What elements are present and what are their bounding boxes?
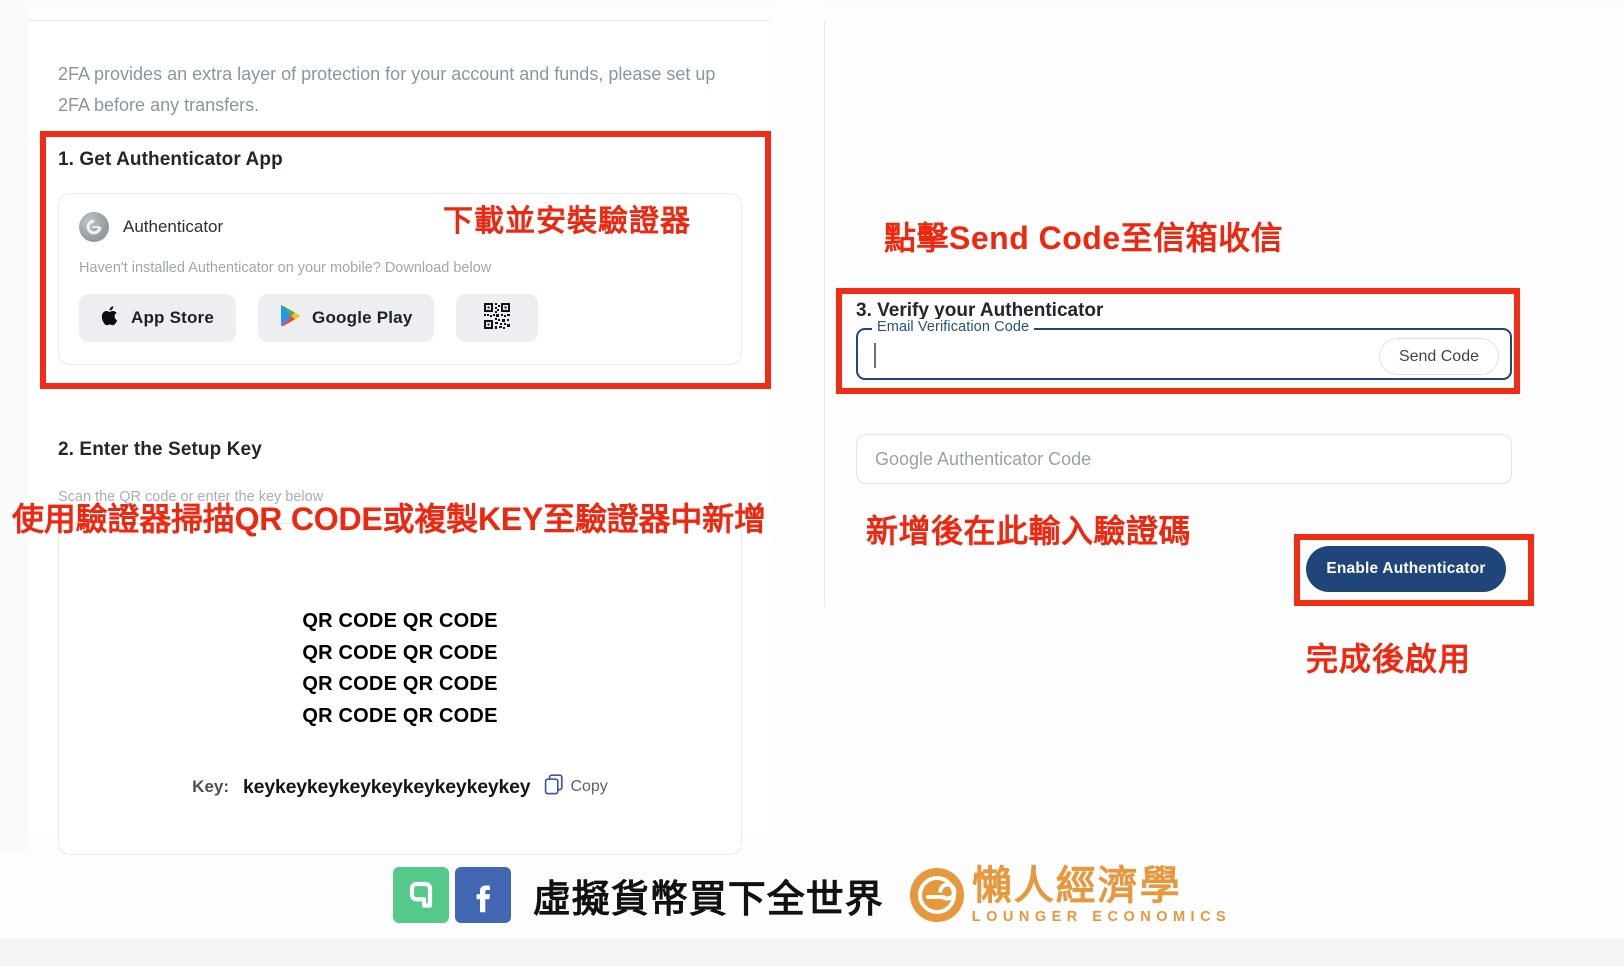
enable-authenticator-button[interactable]: Enable Authenticator [1306, 546, 1506, 592]
bottom-strip [0, 938, 1624, 966]
app-store-button[interactable]: App Store [79, 294, 237, 342]
line-icon[interactable] [392, 867, 449, 923]
qr-download-button[interactable] [456, 294, 539, 342]
brand-name: 懶人經濟學 [971, 862, 1182, 909]
qr-code-placeholder: QR CODE QR CODE QR CODE QR CODE QR CODE … [59, 606, 741, 732]
google-play-button[interactable]: Google Play [258, 294, 435, 342]
google-play-label: Google Play [312, 308, 413, 327]
app-download-hint: Haven't installed Authenticator on your … [79, 260, 492, 276]
app-name-label: Authenticator [123, 217, 224, 236]
note-download-app: 下載並安裝驗證器 [443, 205, 691, 238]
store-button-row: App Store Google Play [79, 294, 721, 342]
note-enter-code: 新增後在此輸入驗證碼 [866, 513, 1192, 549]
twofa-setup-card: 2FA provides an extra layer of protectio… [28, 20, 770, 855]
send-code-label: Send Code [1398, 347, 1479, 365]
google-play-icon [280, 304, 301, 332]
apple-icon [101, 305, 120, 332]
footer-bar: 虛擬貨幣買下全世界 懶人經濟學 LOUNGER ECONOMICS [0, 852, 1624, 938]
section-get-app: 1. Get Authenticator App Authenticator H… [58, 149, 770, 365]
ga-placeholder: Google Authenticator Code [875, 448, 1092, 469]
center-gutter [770, 0, 824, 852]
qr-placeholder-line: QR CODE QR CODE [302, 610, 498, 632]
copy-label: Copy [570, 778, 608, 795]
footer-tagline: 虛擬貨幣買下全世界 [532, 878, 884, 921]
intro-text: 2FA provides an extra layer of protectio… [58, 64, 716, 115]
note-enable: 完成後啟用 [1306, 641, 1472, 677]
social-icons [392, 867, 511, 923]
section-verify: 3. Verify your Authenticator Email Verif… [856, 300, 1512, 380]
key-value: keykeykeykeykeykeykeykeykey [243, 775, 531, 798]
key-label: Key: [192, 777, 230, 796]
copy-key-button[interactable]: Copy [544, 774, 608, 800]
page-root: 2FA provides an extra layer of protectio… [0, 0, 1624, 966]
enable-authenticator-label: Enable Authenticator [1326, 560, 1486, 577]
brand-subtitle: LOUNGER ECONOMICS [971, 908, 1232, 925]
lounger-mark-icon [909, 868, 964, 922]
qr-placeholder-line: QR CODE QR CODE [302, 673, 498, 695]
column-divider [824, 20, 825, 606]
google-authenticator-code-input[interactable]: Google Authenticator Code [856, 434, 1512, 484]
qr-placeholder-line: QR CODE QR CODE [302, 641, 498, 664]
facebook-icon[interactable] [454, 867, 511, 923]
section2-title: 2. Enter the Setup Key [58, 439, 262, 460]
note-scan-qr: 使用驗證器掃描QR CODE或複製KEY至驗證器中新增 [12, 501, 766, 537]
qr-placeholder-line: QR CODE QR CODE [302, 704, 498, 727]
note-send-code: 點擊Send Code至信箱收信 [884, 220, 1284, 256]
left-gutter [0, 0, 28, 852]
brand-logo: 懶人經濟學 LOUNGER ECONOMICS [909, 866, 1231, 925]
authenticator-icon [79, 212, 109, 242]
send-code-button[interactable]: Send Code [1378, 338, 1499, 375]
section1-title: 1. Get Authenticator App [58, 149, 283, 170]
qr-key-box: QR CODE QR CODE QR CODE QR CODE QR CODE … [58, 523, 742, 855]
email-verification-field[interactable]: Email Verification Code Send Code [856, 319, 1512, 380]
email-verification-label: Email Verification Code [872, 319, 1035, 335]
setup-key-row: Key: keykeykeykeykeykeykeykeykey Copy [59, 774, 741, 800]
app-store-label: App Store [131, 308, 215, 327]
copy-icon [544, 774, 564, 800]
text-caret [874, 343, 876, 368]
qr-code-icon [483, 302, 511, 335]
brand-text-block: 懶人經濟學 LOUNGER ECONOMICS [972, 866, 1231, 925]
